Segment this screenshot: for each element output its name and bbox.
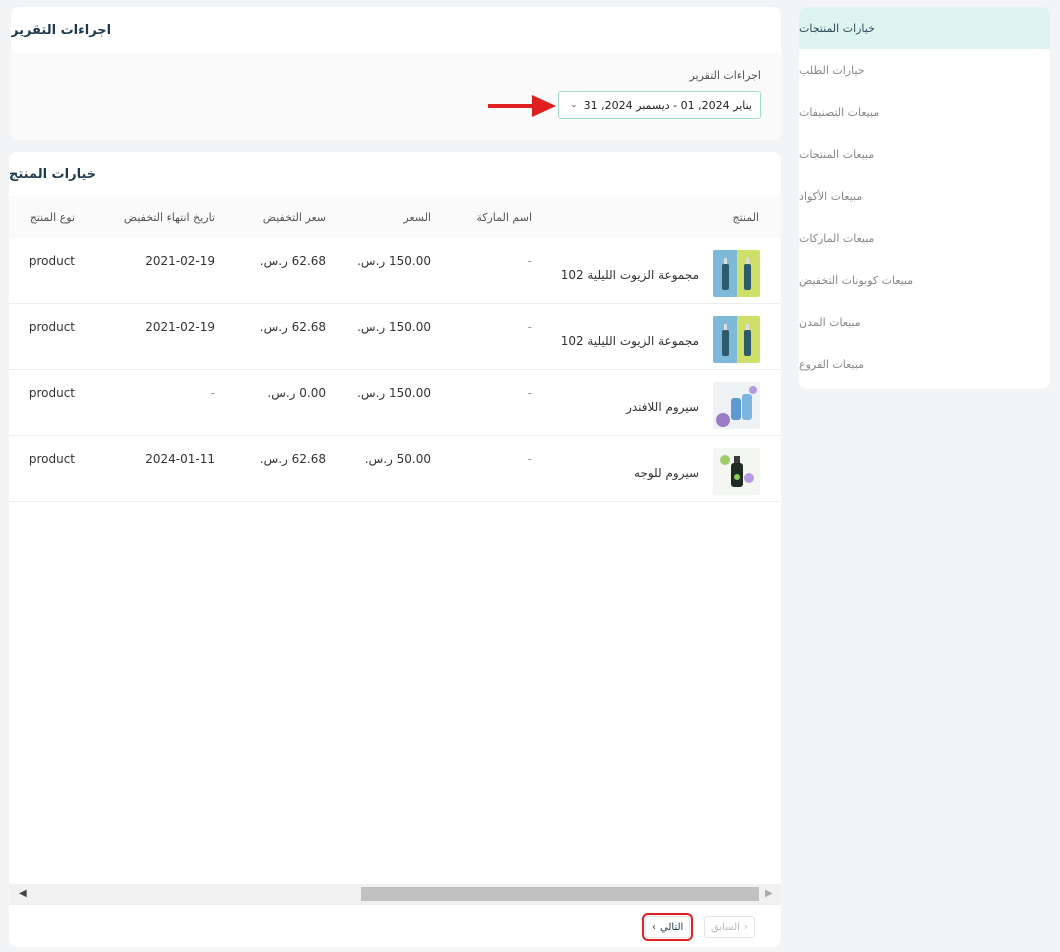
sidebar-item-order-options[interactable]: خيارات الطلب xyxy=(799,49,1050,91)
table-row[interactable]: سيروم للوجه - 50.00 ر.س. 62.68 ر.س. 2024… xyxy=(9,436,781,502)
date-range-label: اجراءات التقرير xyxy=(689,69,761,82)
brand-value: - xyxy=(527,320,532,334)
discount-end-value: 2021-02-19 xyxy=(145,254,215,268)
column-header-product[interactable]: المنتج xyxy=(732,211,759,224)
product-options-panel: خيارات المنتج المنتج اسم الماركة السعر س… xyxy=(9,152,781,947)
chevron-down-icon: ⌄ xyxy=(570,100,578,110)
product-type-value: product xyxy=(28,452,75,466)
scroll-left-icon[interactable]: ◀ xyxy=(19,888,27,899)
sidebar-item-label: مبيعات الأكواد xyxy=(799,189,863,203)
previous-page-label: السابق xyxy=(711,921,740,933)
chevron-right-icon: › xyxy=(652,921,656,933)
sidebar-item-brand-sales[interactable]: مبيعات الماركات xyxy=(799,217,1050,259)
scroll-right-icon[interactable]: ▶ xyxy=(765,888,773,899)
sidebar-item-label: مبيعات كوبونات التخفيض xyxy=(799,273,914,287)
oil-bottles-image xyxy=(713,250,760,297)
column-header-discount-price[interactable]: سعر التخفيض xyxy=(263,211,326,224)
sidebar-item-label: مبيعات المنتجات xyxy=(799,147,875,161)
product-name[interactable]: سيروم اللافندر xyxy=(626,400,699,414)
product-type-value: product xyxy=(28,386,75,400)
oil-bottles-image xyxy=(713,316,760,363)
discount-price-value: 0.00 ر.س. xyxy=(267,386,326,400)
table-row[interactable]: مجموعة الزيوت الليلية 102 - 150.00 ر.س. … xyxy=(9,304,781,370)
panel-title: خيارات المنتج xyxy=(9,166,97,182)
column-header-brand[interactable]: اسم الماركة xyxy=(476,211,532,224)
price-value: 150.00 ر.س. xyxy=(357,254,431,268)
lavender-serum-image xyxy=(713,382,760,429)
next-page-button[interactable]: التالي › xyxy=(641,913,694,941)
annotation-arrow-icon xyxy=(488,95,556,117)
column-header-price[interactable]: السعر xyxy=(403,211,431,224)
table-row[interactable]: مجموعة الزيوت الليلية 102 - 150.00 ر.س. … xyxy=(9,238,781,304)
table-empty-area xyxy=(9,508,781,880)
column-header-type[interactable]: نوع المنتج xyxy=(30,211,75,224)
price-value: 150.00 ر.س. xyxy=(357,386,431,400)
product-type-value: product xyxy=(28,254,75,268)
sidebar-item-label: مبيعات الفروع xyxy=(799,357,864,371)
sidebar-item-label: خيارات الطلب xyxy=(799,63,865,77)
horizontal-scrollbar[interactable]: ◀ ▶ xyxy=(9,884,781,904)
product-type-value: product xyxy=(28,320,75,334)
date-range-select[interactable]: ⌄ يناير 2024, 01 - ديسمبر 2024, 31 xyxy=(558,91,761,119)
brand-value: - xyxy=(527,386,532,400)
scrollbar-thumb[interactable] xyxy=(361,887,759,901)
sidebar-item-city-sales[interactable]: مبيعات المدن xyxy=(799,301,1050,343)
sidebar-item-product-sales[interactable]: مبيعات المنتجات xyxy=(799,133,1050,175)
sidebar-item-label: خيارات المنتجات xyxy=(799,21,875,35)
discount-price-value: 62.68 ر.س. xyxy=(259,320,326,334)
sidebar-item-label: مبيعات التصنيفات xyxy=(799,105,880,119)
next-page-label: التالي xyxy=(660,921,684,933)
sidebar-item-code-sales[interactable]: مبيعات الأكواد xyxy=(799,175,1050,217)
brand-value: - xyxy=(527,254,532,268)
discount-end-value: - xyxy=(210,386,215,400)
price-value: 50.00 ر.س. xyxy=(364,452,431,466)
previous-page-button[interactable]: ‹ السابق xyxy=(704,916,755,938)
report-procedures-body: اجراءات التقرير ⌄ يناير 2024, 01 - ديسمب… xyxy=(11,53,781,140)
product-name[interactable]: سيروم للوجه xyxy=(634,466,699,480)
sidebar-item-label: مبيعات الماركات xyxy=(799,231,875,245)
panel-title: اجراءات التقرير xyxy=(11,22,112,38)
reports-sidebar: خيارات المنتجات خيارات الطلب مبيعات التص… xyxy=(799,7,1050,389)
discount-end-value: 2024-01-11 xyxy=(145,452,215,466)
date-range-value: يناير 2024, 01 - ديسمبر 2024, 31 xyxy=(583,98,752,112)
product-name[interactable]: مجموعة الزيوت الليلية 102 xyxy=(561,334,699,348)
sidebar-item-coupon-sales[interactable]: مبيعات كوبونات التخفيض xyxy=(799,259,1050,301)
sidebar-item-branch-sales[interactable]: مبيعات الفروع xyxy=(799,343,1050,385)
sidebar-item-category-sales[interactable]: مبيعات التصنيفات xyxy=(799,91,1050,133)
face-serum-image xyxy=(713,448,760,495)
discount-end-value: 2021-02-19 xyxy=(145,320,215,334)
brand-value: - xyxy=(527,452,532,466)
chevron-left-icon: ‹ xyxy=(743,921,748,933)
discount-price-value: 62.68 ر.س. xyxy=(259,254,326,268)
table-row[interactable]: سيروم اللافندر - 150.00 ر.س. 0.00 ر.س. -… xyxy=(9,370,781,436)
table-header: المنتج اسم الماركة السعر سعر التخفيض تار… xyxy=(9,196,781,238)
product-name[interactable]: مجموعة الزيوت الليلية 102 xyxy=(561,268,699,282)
column-header-discount-end[interactable]: تاريخ انتهاء التخفيض xyxy=(124,211,215,224)
sidebar-item-product-options[interactable]: خيارات المنتجات xyxy=(799,7,1050,49)
sidebar-item-label: مبيعات المدن xyxy=(799,315,861,329)
price-value: 150.00 ر.س. xyxy=(357,320,431,334)
pagination: التالي › ‹ السابق xyxy=(9,904,781,947)
discount-price-value: 62.68 ر.س. xyxy=(259,452,326,466)
report-procedures-panel: اجراءات التقرير اجراءات التقرير ⌄ يناير … xyxy=(11,7,781,140)
